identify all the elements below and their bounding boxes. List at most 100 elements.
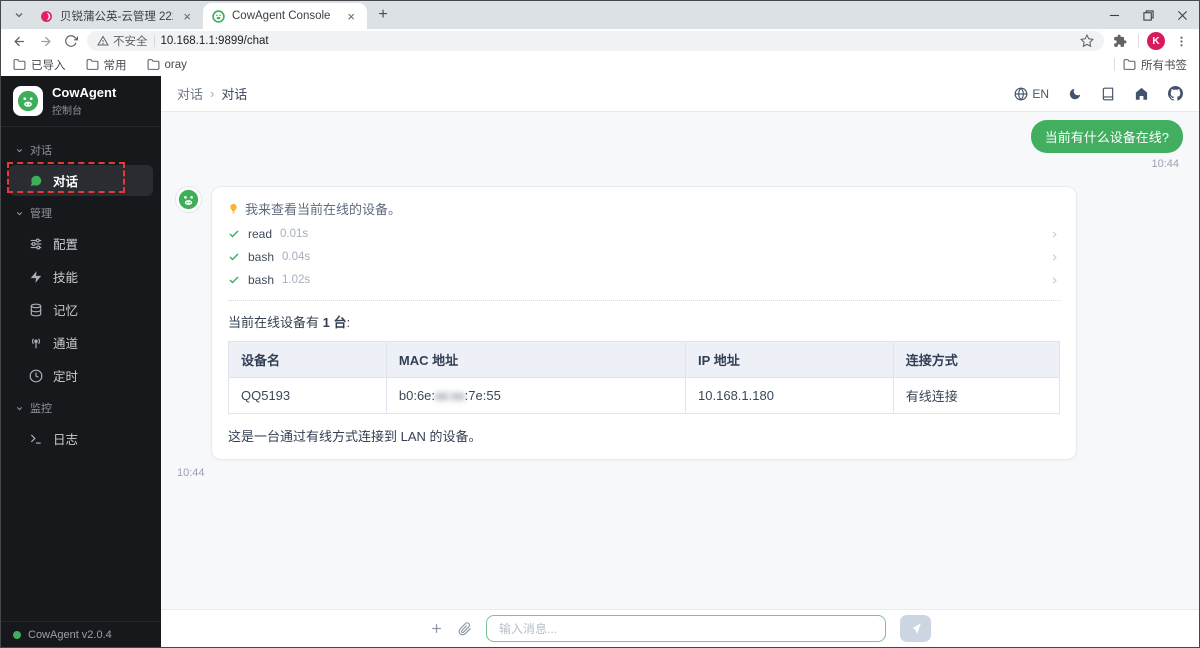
folder-icon bbox=[1123, 59, 1136, 70]
forward-button[interactable] bbox=[35, 31, 55, 51]
home-button[interactable] bbox=[1134, 86, 1149, 101]
breadcrumb-root[interactable]: 对话 bbox=[177, 84, 203, 103]
tool-call-row[interactable]: read 0.01s bbox=[228, 227, 1060, 241]
user-message-time: 10:44 bbox=[1151, 158, 1179, 170]
ip-address-cell: 10.168.1.180 bbox=[685, 377, 894, 414]
add-attachment-button[interactable] bbox=[429, 621, 444, 636]
extensions-icon[interactable] bbox=[1110, 31, 1130, 51]
tool-call-row[interactable]: bash 1.02s bbox=[228, 273, 1060, 287]
minimize-button[interactable] bbox=[1097, 1, 1131, 29]
connection-type-cell: 有线连接 bbox=[892, 377, 1061, 414]
sidebar-group-manage[interactable]: 管理 bbox=[1, 198, 161, 226]
database-icon bbox=[30, 303, 42, 316]
restore-button[interactable] bbox=[1131, 1, 1165, 29]
back-button[interactable] bbox=[9, 31, 29, 51]
sidebar-item-memory[interactable]: 记忆 bbox=[9, 294, 153, 325]
globe-icon bbox=[1014, 86, 1028, 101]
cowagent-favicon-icon bbox=[212, 9, 225, 23]
dark-mode-toggle[interactable] bbox=[1068, 87, 1082, 101]
main-panel: 对话 › 对话 EN 当前有什么设备在线? 10:44 我来查看当前在线的设备。… bbox=[161, 76, 1199, 647]
device-table: 设备名 MAC 地址 IP 地址 连接方式 QQ5193 b0:6e:xx:xx… bbox=[228, 341, 1061, 414]
page-header: 对话 › 对话 EN bbox=[161, 76, 1199, 112]
app-subtitle: 控制台 bbox=[52, 106, 82, 117]
sidebar-item-skills[interactable]: 技能 bbox=[9, 261, 153, 292]
divider bbox=[1114, 58, 1115, 71]
divider bbox=[153, 35, 155, 47]
divider bbox=[1138, 34, 1139, 48]
tab-title: CowAgent Console bbox=[232, 10, 331, 22]
chevron-down-icon bbox=[16, 148, 23, 152]
assistant-message-card: 我来查看当前在线的设备。 read 0.01s bash 0.04s bash … bbox=[211, 186, 1077, 460]
close-tab-icon[interactable]: × bbox=[180, 9, 194, 24]
col-device-name: 设备名 bbox=[228, 341, 387, 378]
lightbulb-icon bbox=[230, 203, 237, 214]
chevron-right-icon bbox=[1052, 276, 1057, 284]
oray-favicon-icon bbox=[41, 10, 52, 22]
moon-icon bbox=[1069, 88, 1081, 99]
chevron-right-icon bbox=[1052, 230, 1057, 238]
tab-pgy-cloud[interactable]: 贝锐蒲公英-云管理 222015504 × bbox=[31, 3, 203, 29]
broadcast-icon bbox=[31, 337, 41, 348]
bookmark-star-icon[interactable] bbox=[1080, 34, 1094, 48]
col-connection-type: 连接方式 bbox=[892, 341, 1061, 378]
sidebar-item-channels[interactable]: 通道 bbox=[9, 327, 153, 358]
tab-title: 贝锐蒲公英-云管理 222015504 bbox=[60, 11, 173, 23]
language-switcher[interactable]: EN bbox=[1014, 87, 1049, 101]
chevron-down-icon bbox=[16, 406, 23, 410]
sidebar-item-timer[interactable]: 定时 bbox=[9, 360, 153, 391]
all-bookmarks-button[interactable]: 所有书签 bbox=[1123, 57, 1187, 73]
send-button[interactable] bbox=[900, 615, 931, 642]
divider bbox=[228, 300, 1060, 301]
chevron-right-icon bbox=[1052, 253, 1057, 261]
table-header-row: 设备名 MAC 地址 IP 地址 连接方式 bbox=[228, 341, 1061, 378]
sidebar-nav: 对话 对话 管理 配置 技能 记忆 通道 定时 监控 日志 bbox=[1, 127, 161, 621]
browser-menu-icon[interactable] bbox=[1171, 31, 1191, 51]
message-input[interactable] bbox=[486, 615, 886, 642]
new-tab-button[interactable]: + bbox=[371, 3, 395, 27]
clock-icon bbox=[29, 369, 43, 382]
tab-search-button[interactable] bbox=[7, 3, 31, 27]
device-count-summary: 当前在线设备有 1 台: bbox=[228, 315, 351, 330]
sidebar-group-monitor[interactable]: 监控 bbox=[1, 393, 161, 421]
reload-button[interactable] bbox=[61, 31, 81, 51]
security-status[interactable]: 不安全 bbox=[97, 33, 148, 49]
sidebar-group-chat[interactable]: 对话 bbox=[1, 135, 161, 163]
close-tab-icon[interactable]: × bbox=[344, 9, 358, 24]
bookmark-folder-imported[interactable]: 已导入 bbox=[13, 57, 66, 73]
docs-button[interactable] bbox=[1101, 87, 1115, 101]
chat-area: 当前有什么设备在线? 10:44 我来查看当前在线的设备。 read 0.01s… bbox=[161, 112, 1199, 609]
col-mac-address: MAC 地址 bbox=[385, 341, 687, 378]
address-bar[interactable]: 不安全 10.168.1.1:9899/chat bbox=[87, 31, 1104, 51]
book-icon bbox=[1102, 87, 1114, 100]
breadcrumb-current: 对话 bbox=[221, 87, 248, 102]
cowagent-logo-icon bbox=[13, 86, 43, 116]
terminal-icon bbox=[30, 434, 41, 444]
warning-icon bbox=[97, 35, 109, 46]
tab-cowagent-console[interactable]: CowAgent Console × bbox=[203, 3, 367, 29]
status-dot-icon bbox=[13, 630, 21, 639]
github-icon bbox=[1168, 86, 1183, 101]
chevron-down-icon bbox=[15, 13, 23, 18]
assistant-message-time: 10:44 bbox=[177, 467, 205, 479]
sidebar-item-chat[interactable]: 对话 bbox=[7, 162, 153, 196]
message-composer bbox=[161, 609, 1199, 647]
tool-call-row[interactable]: bash 0.04s bbox=[228, 250, 1060, 264]
profile-avatar[interactable]: K bbox=[1147, 32, 1165, 50]
sidebar-item-config[interactable]: 配置 bbox=[9, 228, 153, 259]
sidebar-item-logs[interactable]: 日志 bbox=[9, 423, 153, 454]
bookmark-folder-common[interactable]: 常用 bbox=[86, 57, 127, 73]
app-logo: CowAgent 控制台 bbox=[1, 76, 161, 127]
app-title: CowAgent bbox=[52, 85, 117, 100]
user-message-bubble: 当前有什么设备在线? bbox=[1030, 120, 1183, 153]
plus-icon bbox=[432, 624, 441, 633]
folder-icon bbox=[147, 59, 159, 70]
github-link[interactable] bbox=[1168, 86, 1183, 101]
app-version: CowAgent v2.0.4 bbox=[28, 628, 112, 641]
sidebar: CowAgent 控制台 对话 对话 管理 配置 技能 记忆 通道 定时 监控 … bbox=[1, 76, 161, 647]
chevron-down-icon bbox=[16, 211, 23, 215]
bookmark-folder-oray[interactable]: oray bbox=[147, 58, 187, 71]
browser-window: 贝锐蒲公英-云管理 222015504 × CowAgent Console ×… bbox=[0, 0, 1200, 648]
attach-file-button[interactable] bbox=[458, 621, 472, 636]
close-window-button[interactable] bbox=[1165, 1, 1199, 29]
tab-strip: 贝锐蒲公英-云管理 222015504 × CowAgent Console ×… bbox=[1, 1, 1199, 29]
